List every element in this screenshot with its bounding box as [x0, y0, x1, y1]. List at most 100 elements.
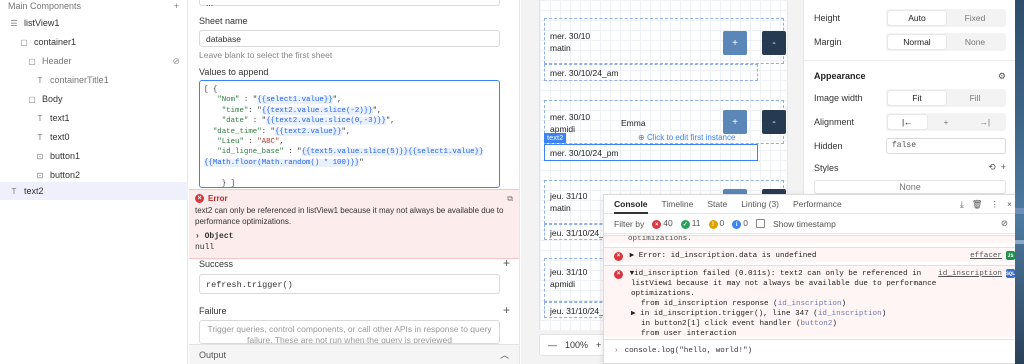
download-icon[interactable]: ⤓ [960, 199, 964, 210]
log-entry-error[interactable]: × ▶ Error: id_inscription.data is undefi… [604, 247, 1020, 262]
sheet-name-input[interactable]: database [199, 30, 500, 47]
error-icon: × [614, 251, 623, 261]
edit-first-instance-link[interactable]: ⊕ Click to edit first instance [638, 133, 735, 142]
console-input[interactable]: › console.log("hello, world!") [604, 339, 1020, 361]
tab-state[interactable]: State [707, 199, 727, 209]
tab-performance[interactable]: Performance [793, 199, 842, 209]
styles-value-box[interactable]: None [814, 180, 1006, 194]
tree-item-text2[interactable]: T text2 [0, 182, 188, 200]
add-success-handler-button[interactable]: + [503, 257, 510, 269]
image-width-fit-option[interactable]: Fit [888, 91, 946, 105]
tree-item-header[interactable]: ▢ Header ⊘ [0, 52, 188, 70]
log-source-link[interactable]: effacer [970, 251, 1002, 261]
values-code-editor[interactable]: [ { "Nom" : "{{select1.value}}", "time":… [199, 80, 500, 188]
success-handler-input[interactable]: refresh.trigger() [199, 274, 500, 294]
align-center-icon[interactable]: + [927, 115, 966, 129]
tab-console[interactable]: Console [614, 195, 648, 214]
zoom-out-button[interactable]: — [548, 340, 557, 350]
output-section-header[interactable]: Output ︿ [189, 344, 519, 364]
prompt-chevron-icon: › [614, 346, 619, 355]
tab-linting[interactable]: Linting (3) [741, 199, 779, 209]
zoom-level[interactable]: 100% [565, 340, 588, 350]
filter-errors[interactable]: × 40 [652, 217, 673, 230]
error-title-text: Error [208, 194, 228, 203]
add-component-button[interactable]: + [174, 1, 179, 11]
failure-handler-input[interactable]: Trigger queries, control components, or … [199, 320, 500, 344]
block-icon[interactable]: ⊘ [1001, 218, 1008, 229]
image-width-label: Image width [814, 93, 863, 103]
plus-button[interactable]: + [723, 31, 747, 55]
text-icon: T [37, 132, 43, 142]
tree-item-label: listView1 [24, 18, 60, 28]
copy-icon[interactable]: ⧉ [507, 194, 513, 204]
row-slot-text: matin [550, 43, 571, 53]
hidden-eye-icon[interactable]: ⊘ [172, 56, 180, 67]
image-width-fill-option[interactable]: Fill [946, 91, 1004, 105]
values-to-append-label: Values to append [199, 67, 269, 77]
button-icon: ⊡ [36, 170, 44, 180]
container-icon: ▢ [28, 56, 36, 66]
tree-item-label: text2 [24, 186, 44, 196]
log-source-link[interactable]: id_inscription [938, 269, 1002, 279]
plus-button[interactable]: + [723, 110, 747, 134]
expand-arrow-icon[interactable]: ▶ [631, 310, 640, 318]
filter-warnings[interactable]: ! 0 [708, 218, 724, 230]
trash-icon[interactable]: 🗑 [972, 199, 983, 210]
row-date-text: jeu. 31/10 [550, 267, 588, 277]
sql-query-icon: SQL [1006, 269, 1016, 278]
top-field[interactable]: ... [199, 0, 500, 8]
appearance-header: Appearance ⚙ [814, 71, 1006, 82]
tree-item-body[interactable]: ▢ Body [0, 90, 188, 108]
tree-item-label: container1 [34, 37, 77, 47]
error-icon: × [652, 220, 662, 230]
minus-button[interactable]: - [762, 31, 786, 55]
list-icon: ☰ [10, 18, 18, 28]
settings-sliders-icon[interactable]: ⚙ [998, 71, 1006, 82]
row-date-text: mer. 30/10 [550, 31, 591, 41]
tree-item-container1[interactable]: ▢ container1 [0, 33, 188, 51]
stack-link[interactable]: id_inscription [818, 310, 882, 318]
tab-timeline[interactable]: Timeline [662, 199, 694, 209]
error-count: 40 [663, 217, 673, 228]
margin-toggle: Normal None [886, 33, 1006, 51]
tree-item-text0[interactable]: T text0 [0, 128, 188, 146]
align-left-icon[interactable]: |← [888, 115, 927, 129]
close-icon[interactable]: × [1007, 199, 1012, 210]
align-right-icon[interactable]: →| [965, 115, 1004, 129]
tree-item-text1[interactable]: T text1 [0, 109, 188, 127]
height-fixed-option[interactable]: Fixed [946, 11, 1004, 25]
more-icon[interactable]: ⋮ [991, 199, 1000, 210]
zoom-in-button[interactable]: + [596, 340, 601, 350]
log-entry-error-expanded[interactable]: × ▼id_inscription failed (0.011s): text2… [604, 265, 1020, 338]
selected-component-tag[interactable]: text2 [544, 133, 567, 143]
add-style-icon[interactable]: + [1001, 162, 1006, 172]
height-auto-option[interactable]: Auto [888, 11, 946, 25]
filter-info[interactable]: i0 [732, 218, 748, 230]
filter-success[interactable]: ✓ 11 [680, 218, 701, 229]
add-failure-handler-button[interactable]: + [503, 304, 510, 316]
appearance-label: Appearance [814, 71, 866, 81]
margin-label: Margin [814, 37, 842, 47]
tree-item-button1[interactable]: ⊡ button1 [0, 147, 188, 165]
tree-item-listview1[interactable]: ☰ listView1 [0, 14, 188, 32]
log-text: Error: id_inscription.data is undefined [638, 252, 817, 260]
minus-label: - [772, 37, 776, 49]
console-input-value: console.log("hello, world!") [624, 346, 753, 355]
expand-arrow-icon[interactable]: ▶ [630, 252, 635, 260]
button-icon: ⊡ [36, 151, 44, 161]
margin-normal-option[interactable]: Normal [888, 35, 946, 49]
stack-link[interactable]: button2 [801, 320, 833, 328]
margin-none-option[interactable]: None [946, 35, 1004, 49]
chevron-up-icon: ︿ [499, 350, 509, 360]
reset-icon[interactable]: ⟲ [988, 162, 996, 172]
error-object-toggle[interactable]: › Object [195, 232, 513, 241]
crosshair-icon: ⊕ [638, 133, 645, 142]
minus-button[interactable]: - [762, 110, 786, 134]
tree-item-containertitle1[interactable]: T containerTitle1 [0, 71, 188, 89]
log-text: listView1 because it may not always be a… [631, 280, 937, 288]
stack-link[interactable]: id_inscription [778, 300, 842, 308]
timestamp-checkbox[interactable] [756, 219, 765, 228]
hidden-input[interactable]: false [886, 138, 1006, 154]
text-icon: T [37, 113, 43, 123]
alignment-toggle: |← + →| [886, 113, 1006, 131]
